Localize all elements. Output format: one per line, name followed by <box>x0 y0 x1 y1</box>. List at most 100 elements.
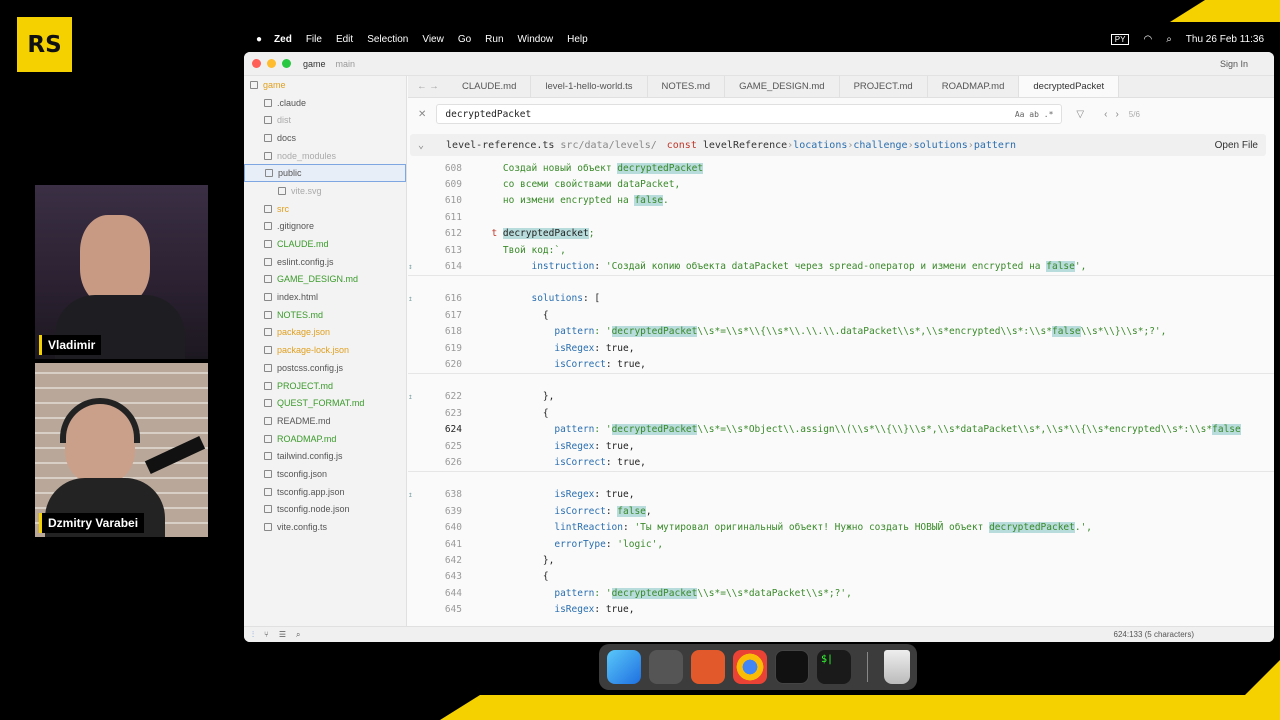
breadcrumb-part[interactable]: challenge <box>853 140 907 151</box>
code-line[interactable]: 645 isRegex: true, <box>408 601 1274 617</box>
sidebar-item[interactable]: eslint.config.js <box>244 253 406 271</box>
menu-item[interactable]: Run <box>485 34 503 45</box>
wifi-icon[interactable]: ◠ <box>1143 34 1152 45</box>
next-match-icon[interactable]: › <box>1115 109 1118 120</box>
terminal-icon[interactable]: $| <box>817 650 851 684</box>
breadcrumb-part[interactable]: solutions <box>914 140 968 151</box>
outline-icon[interactable]: ☰ <box>279 630 286 639</box>
code-line[interactable]: ↥ 638 isRegex: true, <box>408 487 1274 503</box>
code-line[interactable]: 613 Твой код:`, <box>408 242 1274 258</box>
chevron-down-icon[interactable]: ⌄ <box>418 140 424 151</box>
sidebar-item[interactable]: README.md <box>244 412 406 430</box>
tab[interactable]: CLAUDE.md <box>448 76 532 97</box>
prev-match-icon[interactable]: ‹ <box>1104 109 1107 120</box>
code-line[interactable]: 612 t decryptedPacket; <box>408 226 1274 242</box>
code-line[interactable]: 609 со всеми свойствами dataPacket, <box>408 176 1274 192</box>
sidebar-item[interactable]: src <box>244 200 406 218</box>
breadcrumb-name[interactable]: levelReference <box>703 140 787 151</box>
cursor-position[interactable]: 624:133 (5 characters) <box>1114 630 1195 639</box>
tab[interactable]: PROJECT.md <box>840 76 928 97</box>
menu-item[interactable]: Go <box>458 34 471 45</box>
code-line[interactable]: ↥ 622 }, <box>408 389 1274 405</box>
sidebar-item[interactable]: .claude <box>244 94 406 112</box>
sidebar-item[interactable]: .gitignore <box>244 218 406 236</box>
code-line[interactable]: 644 pattern: 'decryptedPacket\\s*=\\s*da… <box>408 585 1274 601</box>
sidebar-item[interactable]: dist <box>244 111 406 129</box>
menu-item[interactable]: File <box>306 34 322 45</box>
zed-icon[interactable] <box>775 650 809 684</box>
sidebar-item[interactable]: package-lock.json <box>244 341 406 359</box>
git-icon[interactable]: ⑂ <box>264 630 269 639</box>
clock[interactable]: Thu 26 Feb 11:36 <box>1186 34 1264 45</box>
sidebar-item[interactable]: vite.svg <box>244 182 406 200</box>
expand-excerpt-icon[interactable]: ↕ <box>408 262 422 271</box>
nav-arrows[interactable]: ← → <box>408 76 448 97</box>
code-line[interactable]: 640 lintReaction: 'Ты мутировал оригинал… <box>408 519 1274 535</box>
sidebar-item[interactable]: game <box>244 76 406 94</box>
panel-toggle-icon[interactable]: ⫶ <box>252 630 254 640</box>
sidebar-item[interactable]: PROJECT.md <box>244 377 406 395</box>
breadcrumb-part[interactable]: pattern <box>974 140 1016 151</box>
sidebar-item[interactable]: QUEST_FORMAT.md <box>244 394 406 412</box>
search-input[interactable]: decryptedPacket Aa ab .* <box>436 104 1063 124</box>
code-line[interactable]: 610 но измени encrypted на false. <box>408 193 1274 209</box>
sidebar-item[interactable]: GAME_DESIGN.md <box>244 271 406 289</box>
code-editor[interactable]: 608 Создай новый объект decryptedPacket 6… <box>408 160 1274 626</box>
menu-item[interactable]: Selection <box>367 34 408 45</box>
tab[interactable]: NOTES.md <box>648 76 726 97</box>
sidebar-item[interactable]: ROADMAP.md <box>244 430 406 448</box>
minimize-icon[interactable] <box>267 59 276 68</box>
code-line[interactable]: 639 isCorrect: false, <box>408 503 1274 519</box>
menu-app-name[interactable]: Zed <box>274 34 292 45</box>
code-line[interactable]: 620 isCorrect: true, <box>408 356 1274 372</box>
filter-icon[interactable]: ▽ <box>1076 109 1084 120</box>
code-line[interactable]: 643 { <box>408 569 1274 585</box>
code-line[interactable]: ↥ 616 solutions: [ <box>408 291 1274 307</box>
tab[interactable]: ROADMAP.md <box>928 76 1020 97</box>
close-icon[interactable] <box>252 59 261 68</box>
sidebar-item[interactable]: public <box>244 164 406 183</box>
tab[interactable]: decryptedPacket <box>1019 76 1120 97</box>
breadcrumb-file[interactable]: level-reference.ts <box>446 140 554 151</box>
code-line[interactable]: 608 Создай новый объект decryptedPacket <box>408 160 1274 176</box>
expand-excerpt-icon[interactable]: ↥ <box>408 392 422 401</box>
sidebar-item[interactable]: node_modules <box>244 147 406 165</box>
code-line[interactable]: 618 pattern: 'decryptedPacket\\s*=\\s*\\… <box>408 324 1274 340</box>
sidebar-item[interactable]: docs <box>244 129 406 147</box>
sidebar-item[interactable]: tailwind.config.js <box>244 447 406 465</box>
search-icon[interactable]: ⌕ <box>1166 34 1172 45</box>
tab[interactable]: level-1-hello-world.ts <box>531 76 648 97</box>
sidebar-item[interactable]: CLAUDE.md <box>244 235 406 253</box>
menu-item[interactable]: Help <box>567 34 588 45</box>
code-line[interactable]: 624 pattern: 'decryptedPacket\\s*=\\s*Ob… <box>408 421 1274 437</box>
expand-excerpt-icon[interactable]: ↥ <box>408 294 422 303</box>
tab[interactable]: GAME_DESIGN.md <box>725 76 840 97</box>
launchpad-icon[interactable] <box>649 650 683 684</box>
code-line[interactable]: 619 isRegex: true, <box>408 340 1274 356</box>
apple-icon[interactable]: ● <box>256 34 262 45</box>
code-line[interactable]: 617 { <box>408 307 1274 323</box>
maximize-icon[interactable] <box>282 59 291 68</box>
sidebar-item[interactable]: tsconfig.json <box>244 465 406 483</box>
sidebar-item[interactable]: package.json <box>244 324 406 342</box>
sidebar-item[interactable]: postcss.config.js <box>244 359 406 377</box>
sign-in-button[interactable]: Sign In <box>1220 59 1248 69</box>
menu-item[interactable]: Window <box>518 34 554 45</box>
code-line[interactable]: 623 { <box>408 405 1274 421</box>
search-options[interactable]: Aa ab .* <box>1015 110 1054 119</box>
sidebar-item[interactable]: vite.config.ts <box>244 518 406 536</box>
search-icon[interactable]: ⌕ <box>296 630 300 640</box>
trash-icon[interactable] <box>884 650 910 684</box>
claude-icon[interactable] <box>691 650 725 684</box>
breadcrumb-part[interactable]: locations <box>793 140 847 151</box>
sidebar-item[interactable]: NOTES.md <box>244 306 406 324</box>
chrome-icon[interactable] <box>733 650 767 684</box>
finder-icon[interactable] <box>607 650 641 684</box>
open-file-button[interactable]: Open File <box>1215 140 1258 151</box>
code-line[interactable]: 625 isRegex: true, <box>408 438 1274 454</box>
language-indicator[interactable]: PY <box>1110 33 1130 45</box>
expand-excerpt-icon[interactable]: ↥ <box>408 490 422 499</box>
code-line[interactable]: 611 <box>408 209 1274 225</box>
menu-item[interactable]: View <box>422 34 444 45</box>
sidebar-item[interactable]: tsconfig.node.json <box>244 501 406 519</box>
